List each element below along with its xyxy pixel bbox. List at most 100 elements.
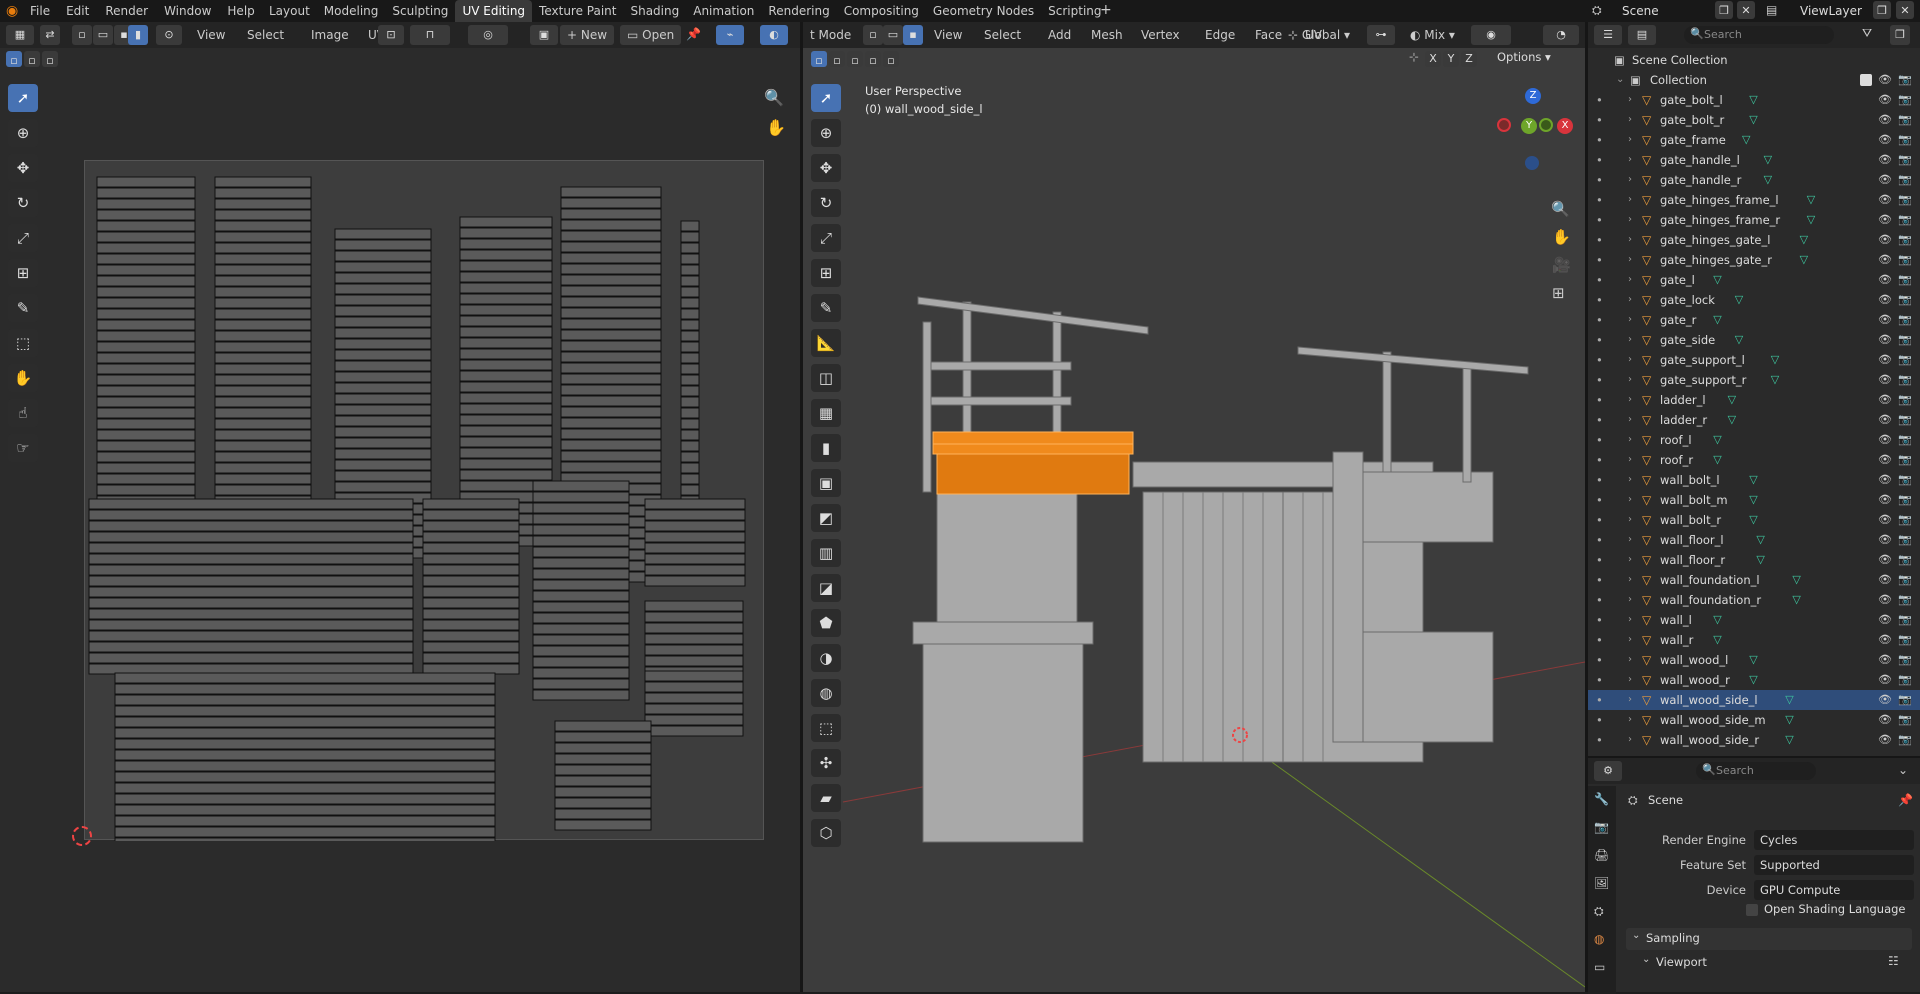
- image-type-icon[interactable]: ▣: [530, 25, 558, 45]
- render-visibility-icon[interactable]: 📷: [1898, 630, 1912, 650]
- collection-row[interactable]: ⌄ ▣ Collection 👁 📷: [1588, 70, 1920, 90]
- zoom-icon[interactable]: 🔍: [764, 88, 784, 107]
- rotate-tool-icon[interactable]: ↻: [8, 189, 38, 217]
- mesh-data-icon[interactable]: ▽: [1749, 670, 1757, 690]
- tab-shading[interactable]: Shading: [623, 0, 686, 22]
- edge-select-icon[interactable]: ▭: [93, 25, 113, 45]
- render-visibility-icon[interactable]: 📷: [1898, 350, 1912, 370]
- new-image-button[interactable]: + New: [560, 25, 615, 45]
- select-extend-icon[interactable]: ▫: [24, 51, 40, 67]
- outliner-item[interactable]: • › ▽ gate_handle_r ▽ 👁 📷: [1588, 170, 1920, 190]
- mesh-data-icon[interactable]: ▽: [1713, 430, 1721, 450]
- delete-scene-icon[interactable]: ✕: [1737, 1, 1755, 19]
- render-visibility-icon[interactable]: 📷: [1898, 270, 1912, 290]
- visibility-icon[interactable]: 👁: [1878, 150, 1892, 170]
- outliner-item[interactable]: • › ▽ wall_wood_side_r ▽ 👁 📷: [1588, 730, 1920, 750]
- render-visibility-icon[interactable]: 📷: [1898, 190, 1912, 210]
- visibility-icon[interactable]: 👁: [1878, 630, 1892, 650]
- tab-rendering[interactable]: Rendering: [761, 0, 836, 22]
- mesh-data-icon[interactable]: ▽: [1807, 190, 1815, 210]
- expand-arrow-icon[interactable]: ›: [1628, 290, 1632, 310]
- world-tab-icon[interactable]: ◍: [1594, 932, 1604, 946]
- osl-checkbox[interactable]: [1746, 904, 1758, 916]
- mesh-data-icon[interactable]: ▽: [1807, 210, 1815, 230]
- mesh-data-icon[interactable]: ▽: [1749, 110, 1757, 130]
- visibility-icon[interactable]: 👁: [1878, 250, 1892, 270]
- tab-geometry-nodes[interactable]: Geometry Nodes: [926, 0, 1041, 22]
- outliner-item[interactable]: • › ▽ gate_r ▽ 👁 📷: [1588, 310, 1920, 330]
- render-visibility-icon[interactable]: 📷: [1898, 110, 1912, 130]
- menu-window[interactable]: Window: [156, 0, 219, 22]
- mesh-data-icon[interactable]: ▽: [1713, 270, 1721, 290]
- expand-arrow-icon[interactable]: ›: [1628, 330, 1632, 350]
- mesh-data-icon[interactable]: ▽: [1771, 350, 1779, 370]
- render-visibility-icon[interactable]: 📷: [1898, 250, 1912, 270]
- expand-arrow-icon[interactable]: ›: [1628, 730, 1632, 750]
- tab-modeling[interactable]: Modeling: [317, 0, 386, 22]
- outliner-item[interactable]: • › ▽ gate_side ▽ 👁 📷: [1588, 330, 1920, 350]
- render-visibility-icon[interactable]: 📷: [1898, 370, 1912, 390]
- mesh-data-icon[interactable]: ▽: [1792, 570, 1800, 590]
- visibility-icon[interactable]: 👁: [1878, 310, 1892, 330]
- mesh-data-icon[interactable]: ▽: [1764, 170, 1772, 190]
- prop-dropdown[interactable]: Cycles: [1754, 830, 1914, 850]
- uv-cursor-icon[interactable]: [72, 826, 92, 846]
- outliner-item[interactable]: • › ▽ gate_l ▽ 👁 📷: [1588, 270, 1920, 290]
- visibility-icon[interactable]: 👁: [1878, 290, 1892, 310]
- pinch-tool-icon[interactable]: ☞: [8, 434, 38, 462]
- expand-arrow-icon[interactable]: ›: [1628, 470, 1632, 490]
- mesh-data-icon[interactable]: ▽: [1735, 290, 1743, 310]
- sticky-select-icon[interactable]: ⊙: [156, 25, 182, 45]
- render-visibility-icon[interactable]: 📷: [1898, 590, 1912, 610]
- render-visibility-icon[interactable]: 📷: [1898, 730, 1912, 750]
- new-collection-icon[interactable]: ❐: [1890, 25, 1910, 45]
- outliner-item[interactable]: • › ▽ gate_support_r ▽ 👁 📷: [1588, 370, 1920, 390]
- collection-tab-icon[interactable]: ▭: [1594, 960, 1605, 974]
- expand-arrow-icon[interactable]: ›: [1628, 490, 1632, 510]
- mesh-data-icon[interactable]: ▽: [1728, 410, 1736, 430]
- visibility-icon[interactable]: 👁: [1878, 110, 1892, 130]
- render-visibility-icon[interactable]: 📷: [1898, 470, 1912, 490]
- mesh-data-icon[interactable]: ▽: [1800, 250, 1808, 270]
- mesh-data-icon[interactable]: ▽: [1713, 630, 1721, 650]
- prop-dropdown[interactable]: Supported: [1754, 855, 1914, 875]
- editor-type-icon[interactable]: ▦: [6, 25, 34, 45]
- uv-menu-view[interactable]: View: [190, 25, 232, 45]
- tool-tab-icon[interactable]: 🔧: [1594, 792, 1609, 806]
- outliner-item[interactable]: • › ▽ wall_floor_r ▽ 👁 📷: [1588, 550, 1920, 570]
- cursor-tool-icon[interactable]: ⊕: [8, 119, 38, 147]
- scene-collection-row[interactable]: ▣ Scene Collection: [1588, 50, 1920, 70]
- mesh-data-icon[interactable]: ▽: [1764, 150, 1772, 170]
- outliner-item[interactable]: • › ▽ wall_foundation_l ▽ 👁 📷: [1588, 570, 1920, 590]
- visibility-icon[interactable]: 👁: [1878, 410, 1892, 430]
- mesh-data-icon[interactable]: ▽: [1749, 470, 1757, 490]
- outliner-search[interactable]: Search: [1684, 26, 1834, 44]
- render-visibility-icon[interactable]: 📷: [1898, 430, 1912, 450]
- expand-arrow-icon[interactable]: ›: [1628, 550, 1632, 570]
- render-visibility-icon[interactable]: 📷: [1898, 550, 1912, 570]
- expand-arrow-icon[interactable]: ›: [1628, 510, 1632, 530]
- select-subtract-icon[interactable]: ▫: [42, 51, 58, 67]
- visibility-icon[interactable]: 👁: [1878, 510, 1892, 530]
- expand-arrow-icon[interactable]: ›: [1628, 370, 1632, 390]
- visibility-icon[interactable]: 👁: [1878, 350, 1892, 370]
- visibility-icon[interactable]: 👁: [1878, 470, 1892, 490]
- scene-tab-icon[interactable]: ⛭: [1594, 904, 1604, 919]
- render-visibility-icon[interactable]: 📷: [1898, 230, 1912, 250]
- list-icon[interactable]: ☷: [1888, 954, 1899, 968]
- visibility-icon[interactable]: 👁: [1878, 490, 1892, 510]
- uv-canvas[interactable]: [84, 160, 764, 841]
- render-visibility-icon[interactable]: 📷: [1898, 710, 1912, 730]
- vp-camera-icon[interactable]: 🎥: [1552, 256, 1571, 274]
- tab-animation[interactable]: Animation: [686, 0, 761, 22]
- collection-checkbox[interactable]: [1860, 74, 1872, 86]
- properties-dropdown-icon[interactable]: ⌄: [1898, 763, 1908, 777]
- visibility-icon[interactable]: 👁: [1878, 170, 1892, 190]
- expand-arrow-icon[interactable]: ›: [1628, 610, 1632, 630]
- visibility-icon[interactable]: 👁: [1878, 730, 1892, 750]
- expand-arrow-icon[interactable]: ›: [1628, 150, 1632, 170]
- scale-tool-icon[interactable]: ⤢: [8, 224, 38, 252]
- expand-arrow-icon[interactable]: ›: [1628, 110, 1632, 130]
- render-visibility-icon[interactable]: 📷: [1898, 290, 1912, 310]
- vp-pan-icon[interactable]: ✋: [1552, 228, 1571, 246]
